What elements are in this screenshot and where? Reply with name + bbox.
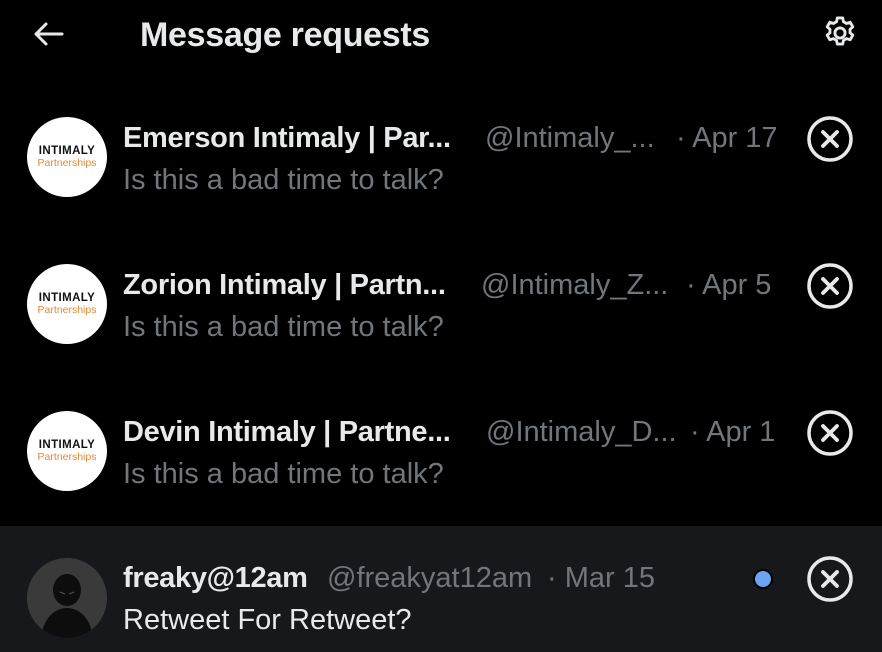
- request-row[interactable]: INTIMALY Partnerships Devin Intimaly | P…: [0, 374, 882, 521]
- message-date: · Apr 17: [676, 122, 778, 154]
- avatar-logo-line2: Partnerships: [37, 157, 97, 169]
- gear-icon: [825, 16, 855, 46]
- request-row[interactable]: INTIMALY Partnerships Emerson Intimaly |…: [0, 80, 882, 227]
- sender-name: Devin Intimaly | Partne...: [123, 416, 451, 448]
- avatar-logo-line1: INTIMALY: [38, 292, 96, 304]
- dismiss-button[interactable]: [804, 407, 856, 459]
- avatar[interactable]: INTIMALY Partnerships: [27, 264, 107, 344]
- message-preview: Is this a bad time to talk?: [123, 458, 444, 490]
- message-requests-screen: Message requests INTIMALY Partnerships E…: [0, 0, 882, 652]
- avatar-logo-line2: Partnerships: [37, 304, 97, 316]
- message-date: · Apr 5: [686, 269, 772, 301]
- unread-indicator: [753, 569, 773, 589]
- close-circle-icon: [807, 116, 853, 162]
- dismiss-button[interactable]: [804, 260, 856, 312]
- page-title: Message requests: [140, 16, 431, 54]
- sender-name: freaky@12am: [123, 562, 308, 594]
- sender-handle: @Intimaly_...: [485, 122, 655, 154]
- avatar[interactable]: INTIMALY Partnerships: [27, 411, 107, 491]
- avatar-logo-line1: INTIMALY: [38, 439, 96, 451]
- message-preview: Retweet For Retweet?: [123, 604, 412, 636]
- message-preview: Is this a bad time to talk?: [123, 311, 444, 343]
- dark-hooded-figure-icon: [27, 558, 107, 638]
- arrow-left-icon: [34, 22, 64, 46]
- avatar-logo-line2: Partnerships: [37, 451, 97, 463]
- sender-handle: @Intimaly_Z...: [481, 269, 669, 301]
- request-row[interactable]: INTIMALY Partnerships Zorion Intimaly | …: [0, 227, 882, 374]
- header: Message requests: [0, 0, 882, 72]
- sender-name: Emerson Intimaly | Par...: [123, 122, 451, 154]
- message-date: · Mar 15: [547, 562, 655, 594]
- close-circle-icon: [807, 263, 853, 309]
- dismiss-button[interactable]: [804, 113, 856, 165]
- close-circle-icon: [807, 410, 853, 456]
- back-button[interactable]: [28, 14, 68, 54]
- settings-button[interactable]: [816, 11, 864, 55]
- sender-handle: @Intimaly_D...: [486, 416, 677, 448]
- avatar[interactable]: [27, 558, 107, 638]
- request-row-unread[interactable]: freaky@12am @freakyat12am · Mar 15 Retwe…: [0, 526, 882, 652]
- close-circle-icon: [807, 556, 853, 602]
- avatar-logo-line1: INTIMALY: [38, 145, 96, 157]
- message-date: · Apr 1: [690, 416, 776, 448]
- sender-handle: @freakyat12am: [327, 562, 533, 594]
- avatar[interactable]: INTIMALY Partnerships: [27, 117, 107, 197]
- dismiss-button[interactable]: [804, 553, 856, 605]
- message-preview: Is this a bad time to talk?: [123, 164, 444, 196]
- sender-name: Zorion Intimaly | Partn...: [123, 269, 446, 301]
